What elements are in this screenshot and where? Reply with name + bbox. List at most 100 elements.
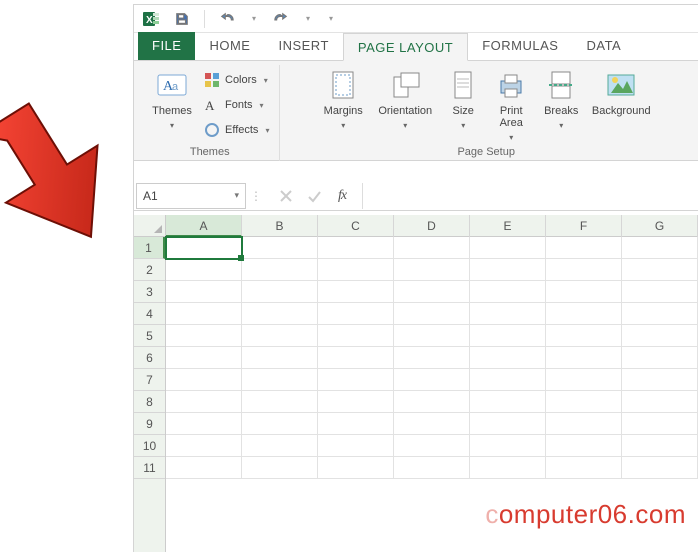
- row-header-9[interactable]: 9: [134, 413, 165, 435]
- print-area-button[interactable]: Print Area▾: [489, 65, 533, 142]
- cell-B11[interactable]: [242, 457, 318, 479]
- tab-page-layout[interactable]: PAGE LAYOUT: [343, 33, 468, 61]
- cell-A1[interactable]: [166, 237, 242, 259]
- cell-A9[interactable]: [166, 413, 242, 435]
- cell-D7[interactable]: [394, 369, 470, 391]
- cell-F2[interactable]: [546, 259, 622, 281]
- cell-C8[interactable]: [318, 391, 394, 413]
- cell-G6[interactable]: [622, 347, 698, 369]
- cell-C9[interactable]: [318, 413, 394, 435]
- cell-B1[interactable]: [242, 237, 318, 259]
- row-header-7[interactable]: 7: [134, 369, 165, 391]
- cell-E5[interactable]: [470, 325, 546, 347]
- cell-F3[interactable]: [546, 281, 622, 303]
- cell-B5[interactable]: [242, 325, 318, 347]
- qat-customize[interactable]: ▾: [323, 14, 339, 23]
- colors-button[interactable]: Colors▾: [202, 69, 271, 91]
- cell-F4[interactable]: [546, 303, 622, 325]
- cell-G8[interactable]: [622, 391, 698, 413]
- cell-E10[interactable]: [470, 435, 546, 457]
- cell-B8[interactable]: [242, 391, 318, 413]
- cell-C1[interactable]: [318, 237, 394, 259]
- cell-A6[interactable]: [166, 347, 242, 369]
- cell-C10[interactable]: [318, 435, 394, 457]
- cell-C3[interactable]: [318, 281, 394, 303]
- tab-insert[interactable]: INSERT: [264, 32, 342, 60]
- cell-F9[interactable]: [546, 413, 622, 435]
- cell-C5[interactable]: [318, 325, 394, 347]
- tab-home[interactable]: HOME: [195, 32, 264, 60]
- column-header-D[interactable]: D: [394, 215, 470, 237]
- cell-A5[interactable]: [166, 325, 242, 347]
- row-header-3[interactable]: 3: [134, 281, 165, 303]
- cell-E2[interactable]: [470, 259, 546, 281]
- row-header-2[interactable]: 2: [134, 259, 165, 281]
- effects-button[interactable]: Effects▾: [202, 119, 271, 141]
- cell-B4[interactable]: [242, 303, 318, 325]
- column-header-G[interactable]: G: [622, 215, 698, 237]
- themes-button[interactable]: Aa Themes ▾: [148, 65, 196, 130]
- breaks-button[interactable]: Breaks▾: [539, 65, 583, 130]
- cell-D1[interactable]: [394, 237, 470, 259]
- row-header-8[interactable]: 8: [134, 391, 165, 413]
- cell-G2[interactable]: [622, 259, 698, 281]
- cell-D11[interactable]: [394, 457, 470, 479]
- column-header-F[interactable]: F: [546, 215, 622, 237]
- cell-D8[interactable]: [394, 391, 470, 413]
- row-header-4[interactable]: 4: [134, 303, 165, 325]
- save-button[interactable]: [170, 8, 194, 30]
- tab-file[interactable]: FILE: [138, 32, 195, 60]
- cell-G7[interactable]: [622, 369, 698, 391]
- row-header-11[interactable]: 11: [134, 457, 165, 479]
- column-header-E[interactable]: E: [470, 215, 546, 237]
- cell-B9[interactable]: [242, 413, 318, 435]
- cell-G3[interactable]: [622, 281, 698, 303]
- cell-B3[interactable]: [242, 281, 318, 303]
- margins-button[interactable]: Margins▾: [319, 65, 367, 130]
- cell-A4[interactable]: [166, 303, 242, 325]
- name-box[interactable]: A1 ▾: [136, 183, 246, 209]
- formula-input[interactable]: [362, 183, 698, 209]
- cell-A8[interactable]: [166, 391, 242, 413]
- row-header-5[interactable]: 5: [134, 325, 165, 347]
- cell-F1[interactable]: [546, 237, 622, 259]
- row-header-1[interactable]: 1: [134, 237, 165, 259]
- cell-G1[interactable]: [622, 237, 698, 259]
- column-header-B[interactable]: B: [242, 215, 318, 237]
- cell-E9[interactable]: [470, 413, 546, 435]
- tab-data[interactable]: DATA: [572, 32, 635, 60]
- cell-B6[interactable]: [242, 347, 318, 369]
- cell-A7[interactable]: [166, 369, 242, 391]
- cell-A3[interactable]: [166, 281, 242, 303]
- cell-D2[interactable]: [394, 259, 470, 281]
- cell-C6[interactable]: [318, 347, 394, 369]
- size-button[interactable]: Size▾: [443, 65, 483, 130]
- cell-A10[interactable]: [166, 435, 242, 457]
- insert-function-button[interactable]: fx: [330, 185, 354, 207]
- tab-formulas[interactable]: FORMULAS: [468, 32, 572, 60]
- row-header-10[interactable]: 10: [134, 435, 165, 457]
- background-button[interactable]: Background: [589, 65, 653, 117]
- cell-B10[interactable]: [242, 435, 318, 457]
- cell-F10[interactable]: [546, 435, 622, 457]
- enter-formula-button[interactable]: [302, 185, 326, 207]
- cell-B2[interactable]: [242, 259, 318, 281]
- cell-D4[interactable]: [394, 303, 470, 325]
- cell-F7[interactable]: [546, 369, 622, 391]
- cell-A2[interactable]: [166, 259, 242, 281]
- cell-C7[interactable]: [318, 369, 394, 391]
- cell-E11[interactable]: [470, 457, 546, 479]
- row-header-6[interactable]: 6: [134, 347, 165, 369]
- cell-F5[interactable]: [546, 325, 622, 347]
- cell-B7[interactable]: [242, 369, 318, 391]
- cell-G4[interactable]: [622, 303, 698, 325]
- cell-E7[interactable]: [470, 369, 546, 391]
- cell-D10[interactable]: [394, 435, 470, 457]
- cell-E3[interactable]: [470, 281, 546, 303]
- cell-D3[interactable]: [394, 281, 470, 303]
- cell-G11[interactable]: [622, 457, 698, 479]
- cell-G9[interactable]: [622, 413, 698, 435]
- redo-button[interactable]: [269, 8, 293, 30]
- orientation-button[interactable]: Orientation▾: [373, 65, 437, 130]
- column-header-C[interactable]: C: [318, 215, 394, 237]
